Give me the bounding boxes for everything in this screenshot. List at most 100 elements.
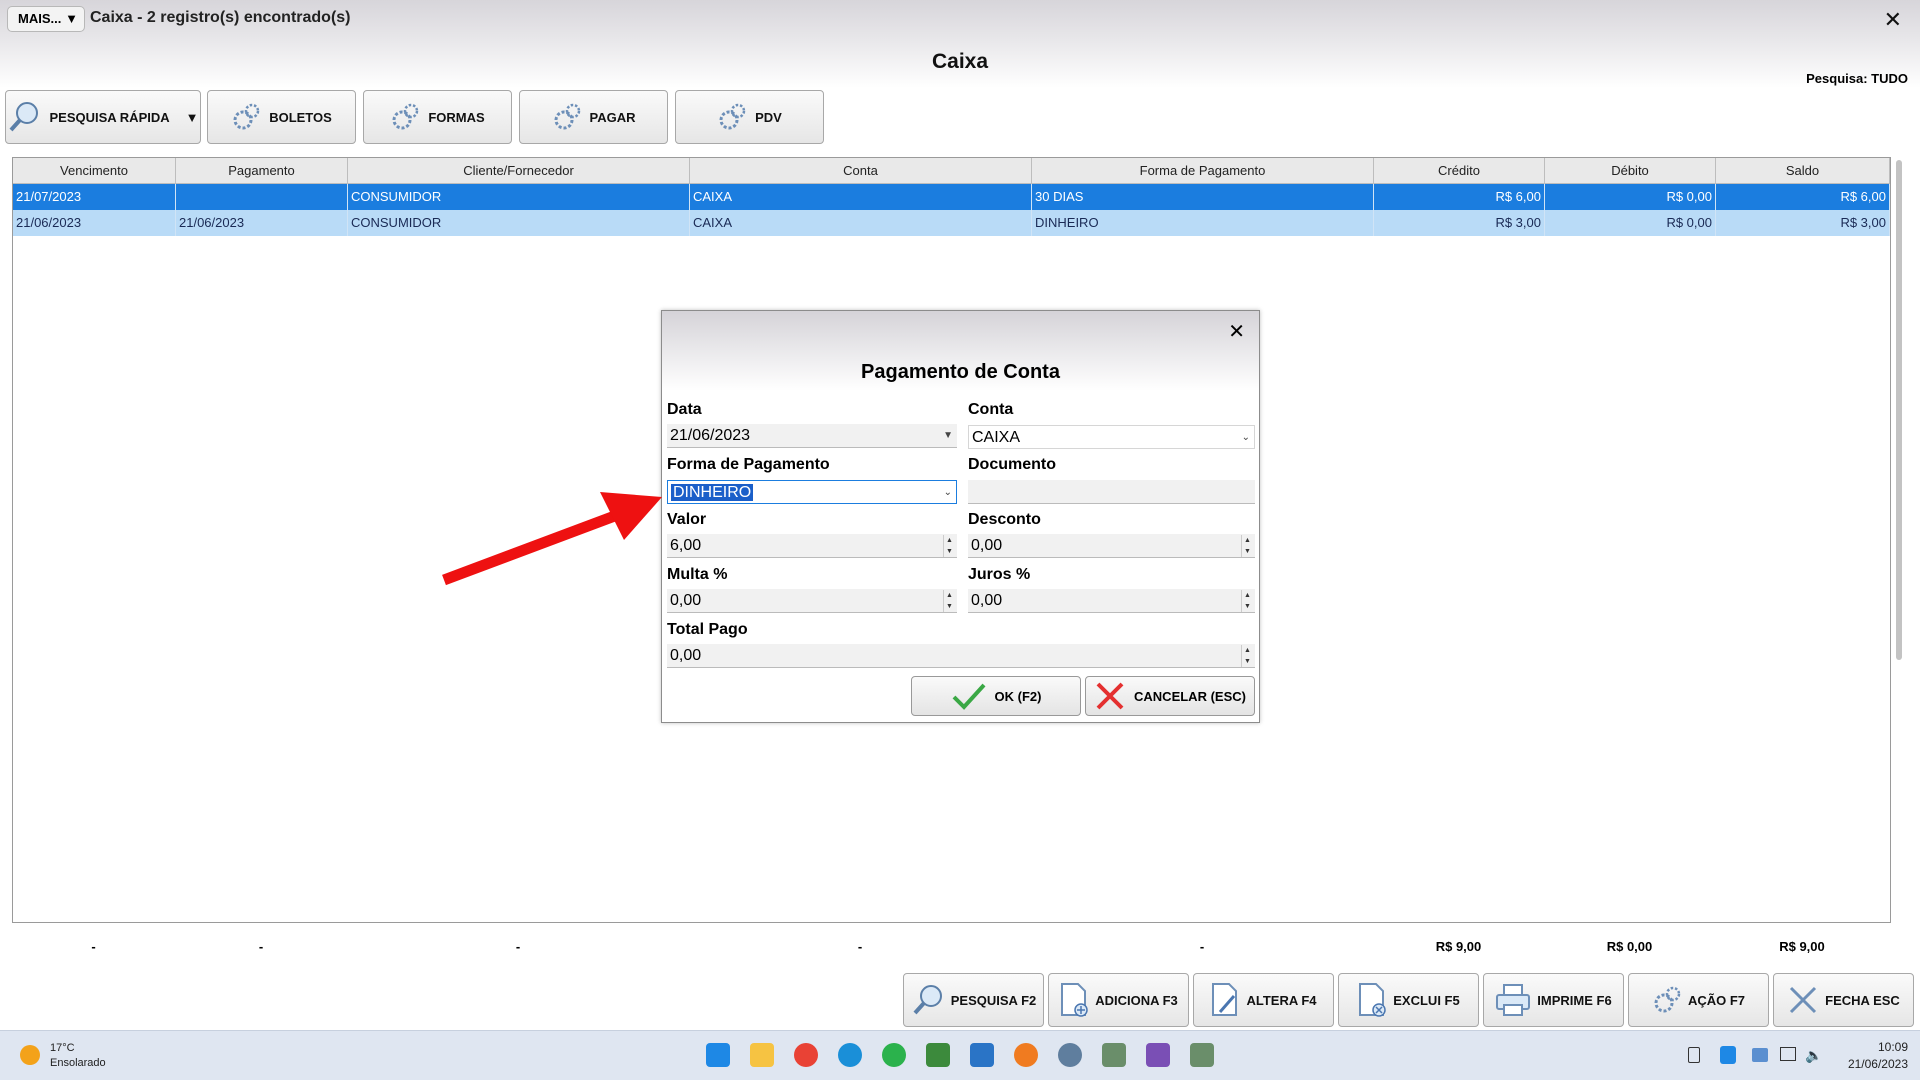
calendar-dropdown-icon[interactable]: ▼	[943, 424, 953, 448]
chrome-icon[interactable]	[794, 1043, 818, 1067]
cell-vencimento: 21/06/2023	[13, 210, 176, 236]
column-header-saldo[interactable]: Saldo	[1716, 158, 1890, 184]
imprime-button[interactable]: IMPRIME F6	[1483, 973, 1624, 1027]
total-saldo: R$ 9,00	[1779, 939, 1825, 954]
gear-icon	[233, 103, 260, 130]
window-title: Caixa - 2 registro(s) encontrado(s)	[90, 9, 351, 26]
table-scrollbar[interactable]	[1896, 160, 1902, 660]
file-explorer-icon[interactable]	[750, 1043, 774, 1067]
column-header-credito[interactable]: Crédito	[1374, 158, 1545, 184]
table-row[interactable]: 21/07/2023 CONSUMIDOR CAIXA 30 DIAS R$ 6…	[13, 184, 1890, 210]
column-header-vencimento[interactable]: Vencimento	[13, 158, 176, 184]
boletos-button[interactable]: BOLETOS	[207, 90, 356, 144]
spreadsheet-app-icon[interactable]	[926, 1043, 950, 1067]
dialog-title: Pagamento de Conta	[861, 361, 1060, 383]
conta-label: Conta	[968, 401, 1014, 418]
pdv-button[interactable]: PDV	[675, 90, 824, 144]
chevron-down-icon: ⌄	[943, 487, 952, 498]
printer-icon	[1496, 984, 1531, 1016]
multa-stepper[interactable]: ▲ ▼	[943, 590, 955, 612]
documento-input[interactable]	[968, 480, 1255, 504]
data-date-field[interactable]: 21/06/2023 ▼	[667, 424, 957, 448]
total-cliente: -	[515, 939, 521, 954]
mais-menu-label: MAIS...	[18, 11, 62, 26]
valor-input[interactable]: 6,00 ▲ ▼	[667, 534, 957, 558]
erp-app-icon[interactable]	[1190, 1043, 1214, 1067]
dropdown-caret-icon[interactable]: ▼	[186, 110, 199, 125]
window-close-button[interactable]: ✕	[1884, 7, 1902, 33]
cell-pagamento: 21/06/2023	[176, 210, 348, 236]
fecha-button[interactable]: FECHA ESC	[1773, 973, 1914, 1027]
cancel-label: CANCELAR (ESC)	[1134, 688, 1246, 704]
volume-icon[interactable]: 🔈	[1805, 1047, 1822, 1064]
column-header-cliente[interactable]: Cliente/Fornecedor	[348, 158, 690, 184]
column-header-conta[interactable]: Conta	[690, 158, 1032, 184]
column-header-pagamento[interactable]: Pagamento	[176, 158, 348, 184]
desconto-stepper[interactable]: ▲ ▼	[1241, 535, 1253, 557]
firefox-icon[interactable]	[1014, 1043, 1038, 1067]
weather-sun-icon[interactable]	[20, 1045, 40, 1065]
delete-document-icon	[1359, 983, 1387, 1017]
juros-stepper[interactable]: ▲ ▼	[1241, 590, 1253, 612]
juros-label: Juros %	[968, 566, 1031, 583]
weather-desc: Ensolarado	[50, 1057, 106, 1069]
defender-icon[interactable]	[1720, 1046, 1736, 1064]
total-conta: -	[857, 939, 863, 954]
taskbar	[0, 1030, 1920, 1080]
clock-time[interactable]: 10:09	[1838, 1040, 1908, 1054]
pagar-button[interactable]: PAGAR	[519, 90, 668, 144]
exclui-button[interactable]: EXCLUI F5	[1338, 973, 1479, 1027]
search-scope-label: Pesquisa: TUDO	[1806, 71, 1908, 86]
column-header-forma[interactable]: Forma de Pagamento	[1032, 158, 1374, 184]
onedrive-icon[interactable]	[1752, 1048, 1768, 1062]
total-pago-label: Total Pago	[667, 621, 748, 638]
cancel-button[interactable]: CANCELAR (ESC)	[1085, 676, 1255, 716]
cancel-x-icon	[1096, 682, 1124, 710]
table-row[interactable]: 21/06/2023 21/06/2023 CONSUMIDOR CAIXA D…	[13, 210, 1890, 236]
close-x-icon	[1790, 986, 1817, 1014]
usb-icon[interactable]	[1688, 1047, 1700, 1063]
conta-value: CAIXA	[972, 429, 1021, 446]
mail-app-icon[interactable]	[970, 1043, 994, 1067]
clock-date[interactable]: 21/06/2023	[1838, 1057, 1908, 1071]
acao-label: AÇÃO F7	[1687, 992, 1746, 1008]
magnifier-icon	[913, 985, 942, 1015]
cell-credito: R$ 3,00	[1374, 210, 1545, 236]
altera-button[interactable]: ALTERA F4	[1193, 973, 1334, 1027]
settings-gear-icon[interactable]	[1058, 1043, 1082, 1067]
boletos-label: BOLETOS	[269, 109, 332, 125]
valor-value: 6,00	[670, 537, 702, 554]
dialog-close-button[interactable]: ✕	[1228, 319, 1245, 344]
cell-pagamento	[176, 184, 348, 210]
pesquisa-button[interactable]: PESQUISA F2	[903, 973, 1044, 1027]
conta-select[interactable]: CAIXA ⌄	[968, 425, 1255, 449]
edge-icon[interactable]	[838, 1043, 862, 1067]
multa-input[interactable]: 0,00 ▲ ▼	[667, 589, 957, 613]
formas-button[interactable]: FORMAS	[363, 90, 512, 144]
forma-pagamento-select[interactable]: DINHEIRO ⌄	[667, 480, 957, 504]
total-pago-stepper[interactable]: ▲ ▼	[1241, 645, 1253, 667]
valor-stepper[interactable]: ▲ ▼	[943, 535, 955, 557]
total-forma: -	[1199, 939, 1205, 954]
cell-conta: CAIXA	[690, 184, 1032, 210]
acao-button[interactable]: AÇÃO F7	[1628, 973, 1769, 1027]
network-icon[interactable]	[1780, 1047, 1796, 1061]
whatsapp-icon[interactable]	[882, 1043, 906, 1067]
adiciona-label: ADICIONA F3	[1095, 992, 1178, 1008]
mais-menu-button[interactable]: MAIS... ▼	[7, 6, 85, 32]
total-debito: R$ 0,00	[1606, 939, 1653, 954]
juros-input[interactable]: 0,00 ▲ ▼	[968, 589, 1255, 613]
total-pago-value: 0,00	[670, 647, 702, 664]
erp-app-icon[interactable]	[1102, 1043, 1126, 1067]
quick-search-button[interactable]: PESQUISA RÁPIDA ▼	[5, 90, 201, 144]
gear-icon	[392, 103, 419, 130]
quick-search-label: PESQUISA RÁPIDA	[49, 109, 170, 125]
ok-button[interactable]: OK (F2)	[911, 676, 1081, 716]
windows-start-icon[interactable]	[706, 1043, 730, 1067]
adiciona-button[interactable]: ADICIONA F3	[1048, 973, 1189, 1027]
chevron-down-icon: ⌄	[1241, 432, 1250, 443]
desconto-input[interactable]: 0,00 ▲ ▼	[968, 534, 1255, 558]
column-header-debito[interactable]: Débito	[1545, 158, 1716, 184]
media-app-icon[interactable]	[1146, 1043, 1170, 1067]
total-pago-input[interactable]: 0,00 ▲ ▼	[667, 644, 1255, 668]
